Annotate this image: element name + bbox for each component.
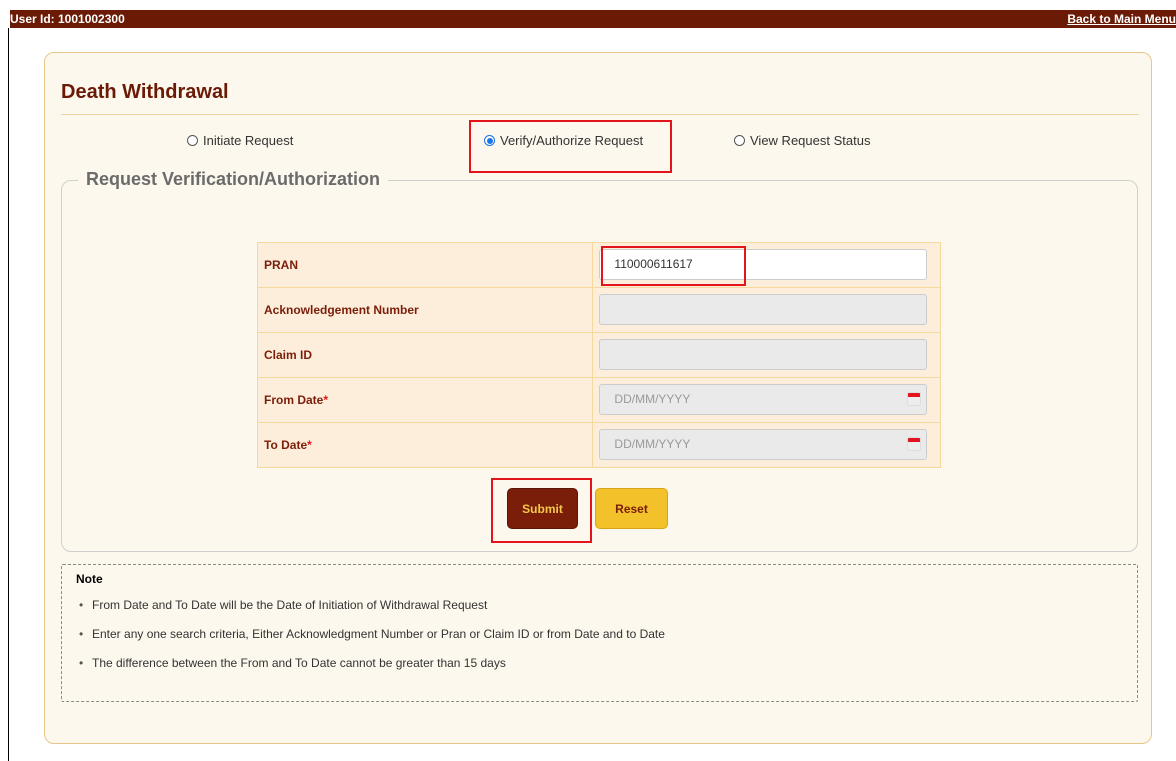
from-date-label-cell: From Date*	[256, 377, 594, 423]
form-row-ack: Acknowledgement Number	[256, 287, 941, 333]
claim-id-label: Claim ID	[256, 332, 594, 378]
ack-number-input[interactable]	[599, 294, 928, 325]
note-item: The difference between the From and To D…	[76, 656, 665, 685]
required-asterisk: *	[307, 438, 312, 452]
reset-button[interactable]: Reset	[595, 488, 668, 529]
form-row-pran: PRAN 110000611617	[256, 242, 941, 288]
note-heading: Note	[76, 572, 103, 586]
pran-input[interactable]: 110000611617	[599, 249, 928, 280]
search-form-table: PRAN 110000611617 Acknowledgement Number…	[256, 242, 941, 468]
radio-label-initiate: Initiate Request	[203, 133, 294, 148]
from-date-cell: DD/MM/YYYY	[592, 377, 941, 423]
radio-initiate-request[interactable]: Initiate Request	[187, 133, 293, 148]
radio-button-unchecked[interactable]	[187, 135, 198, 146]
to-date-label: To Date	[264, 438, 308, 452]
fieldset-legend: Request Verification/Authorization	[78, 169, 389, 190]
from-date-input[interactable]: DD/MM/YYYY	[599, 384, 928, 415]
form-row-to-date: To Date* DD/MM/YYYY	[256, 422, 941, 468]
to-date-input[interactable]: DD/MM/YYYY	[599, 429, 928, 460]
to-date-cell: DD/MM/YYYY	[592, 422, 941, 468]
required-asterisk: *	[323, 393, 329, 407]
radio-view-request-status[interactable]: View Request Status	[734, 133, 870, 148]
pran-label: PRAN	[256, 242, 594, 288]
submit-button[interactable]: Submit	[507, 488, 578, 529]
to-date-label-cell: To Date*	[256, 422, 594, 468]
radio-label-view-status: View Request Status	[750, 133, 871, 148]
note-item: From Date and To Date will be the Date o…	[76, 598, 665, 627]
from-date-placeholder: DD/MM/YYYY	[614, 392, 691, 406]
form-row-claim: Claim ID	[256, 332, 941, 378]
back-to-main-menu-link[interactable]: Back to Main Menu	[1067, 12, 1176, 26]
note-box: Note From Date and To Date will be the D…	[61, 564, 1138, 702]
title-divider	[61, 114, 1139, 115]
left-border-line	[8, 28, 9, 761]
death-withdrawal-panel: Death Withdrawal Initiate Request Verify…	[44, 52, 1152, 744]
radio-button-checked[interactable]	[484, 135, 495, 146]
page-title: Death Withdrawal	[61, 81, 229, 103]
calendar-icon[interactable]	[907, 437, 922, 451]
form-row-from-date: From Date* DD/MM/YYYY	[256, 377, 941, 423]
note-item: Enter any one search criteria, Either Ac…	[76, 627, 665, 656]
ack-cell	[592, 287, 941, 333]
from-date-label: From Date	[264, 393, 324, 407]
note-list: From Date and To Date will be the Date o…	[76, 598, 665, 685]
calendar-icon[interactable]	[907, 392, 922, 406]
claim-id-input[interactable]	[599, 339, 928, 370]
user-id-label: User Id: 1001002300	[10, 12, 125, 26]
radio-button-unchecked[interactable]	[734, 135, 745, 146]
to-date-placeholder: DD/MM/YYYY	[614, 437, 691, 451]
claim-cell	[592, 332, 941, 378]
radio-verify-authorize-request[interactable]: Verify/Authorize Request	[484, 133, 643, 148]
radio-label-verify: Verify/Authorize Request	[500, 133, 644, 148]
pran-cell: 110000611617	[592, 242, 941, 288]
ack-number-label: Acknowledgement Number	[256, 287, 594, 333]
top-header-bar: User Id: 1001002300 Back to Main Menu	[10, 10, 1176, 28]
